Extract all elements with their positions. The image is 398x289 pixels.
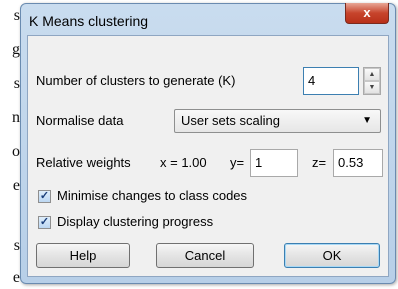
clusters-spinner[interactable]: ▲ ▼ — [363, 67, 381, 95]
ok-button[interactable]: OK — [284, 243, 380, 268]
background-char: e — [12, 269, 20, 286]
display-checkbox[interactable]: ✓ — [38, 216, 51, 229]
help-button[interactable]: Help — [36, 243, 130, 268]
weights-x-label: x = 1.00 — [160, 155, 207, 170]
cancel-button[interactable]: Cancel — [156, 243, 254, 268]
background-char: o — [12, 143, 20, 160]
display-label: Display clustering progress — [57, 214, 214, 229]
minimise-checkbox-row[interactable]: ✓ Minimise changes to class codes — [38, 188, 378, 206]
close-icon: x — [363, 5, 371, 20]
dialog-title: K Means clustering — [29, 13, 149, 29]
weights-y-label: y= — [230, 155, 245, 170]
spin-up-icon[interactable]: ▲ — [364, 68, 380, 81]
weights-label: Relative weights — [36, 155, 131, 170]
normalise-label: Normalise data — [36, 113, 124, 128]
normalise-select[interactable]: User sets scaling ▼ — [174, 109, 381, 133]
minimise-label: Minimise changes to class codes — [57, 188, 248, 203]
weight-y-input[interactable]: 1 — [250, 149, 298, 177]
weights-z-label: z= — [312, 155, 327, 170]
title-bar[interactable]: K Means clustering x — [21, 3, 395, 36]
weight-z-input[interactable]: 0.53 — [333, 149, 383, 177]
close-button[interactable]: x — [345, 3, 389, 24]
normalise-selected-value: User sets scaling — [181, 113, 280, 128]
background-char: e — [12, 177, 20, 194]
clusters-input[interactable]: 4 — [303, 67, 359, 95]
clusters-label: Number of clusters to generate (K) — [36, 73, 236, 88]
background-document-text: s g s n o e s e — [0, 0, 20, 289]
dialog-body: Number of clusters to generate (K) 4 ▲ ▼… — [27, 35, 389, 277]
kmeans-dialog: K Means clustering x Number of clusters … — [20, 3, 396, 284]
chevron-down-icon: ▼ — [362, 115, 372, 126]
background-char: n — [12, 109, 20, 126]
minimise-checkbox[interactable]: ✓ — [38, 190, 51, 203]
spin-down-icon[interactable]: ▼ — [364, 81, 380, 94]
display-checkbox-row[interactable]: ✓ Display clustering progress — [38, 214, 378, 232]
background-char: g — [12, 41, 20, 58]
